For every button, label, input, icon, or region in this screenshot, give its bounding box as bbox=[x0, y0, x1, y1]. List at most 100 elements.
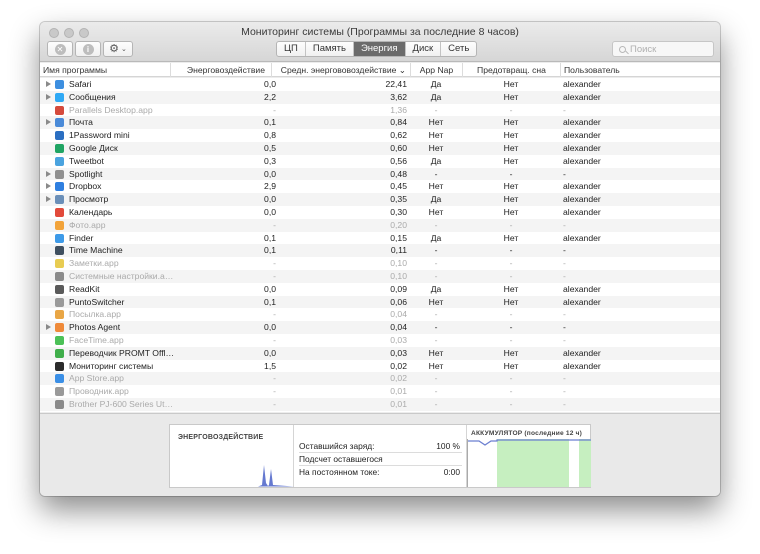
cell-user: - bbox=[563, 373, 566, 384]
table-row[interactable]: Проводник.app - 0,01 - - - bbox=[40, 385, 720, 398]
cell-prevent-sleep: - bbox=[509, 309, 513, 320]
disclosure-triangle-icon[interactable] bbox=[46, 324, 51, 331]
tab-network[interactable]: Сеть bbox=[441, 42, 476, 56]
system-preferences-icon bbox=[55, 272, 64, 281]
cell-energy-impact: 0,0 bbox=[264, 207, 276, 217]
cell-avg-energy-impact: 0,30 bbox=[390, 207, 407, 217]
cell-prevent-sleep: Нет bbox=[503, 130, 519, 141]
tab-disk[interactable]: Диск bbox=[406, 42, 442, 56]
table-row[interactable]: Tweetbot 0,3 0,56 Да Нет alexander bbox=[40, 155, 720, 168]
cell-app-nap: Нет bbox=[428, 360, 444, 371]
cell-app-nap: - bbox=[434, 399, 438, 409]
column-header-user[interactable]: Пользователь bbox=[560, 63, 622, 77]
cell-app-nap: - bbox=[434, 219, 438, 230]
cell-avg-energy-impact: 0,01 bbox=[390, 399, 407, 409]
cell-user: alexander bbox=[563, 130, 601, 141]
stat-value: 0:00 bbox=[443, 467, 460, 477]
inspect-process-button[interactable]: i bbox=[75, 41, 101, 57]
cell-energy-impact: - bbox=[273, 271, 276, 281]
puntoswitcher-icon bbox=[55, 297, 64, 307]
table-row[interactable]: Системные настройки.a… - 0,10 - - - bbox=[40, 270, 720, 283]
cell-prevent-sleep: - bbox=[509, 399, 513, 409]
table-row[interactable]: Мониторинг системы 1,5 0,02 Нет Нет alexander bbox=[40, 360, 720, 373]
table-row[interactable]: ReadKit 0,0 0,09 Да Нет alexander bbox=[40, 283, 720, 296]
energy-impact-graph: ЭНЕРГОВОЗДЕЙСТВИЕ bbox=[170, 425, 294, 487]
cell-user: alexander bbox=[563, 143, 601, 153]
photos-icon bbox=[55, 220, 64, 230]
table-row[interactable]: Spotlight 0,0 0,48 - - - bbox=[40, 167, 720, 181]
search-input[interactable] bbox=[630, 43, 710, 55]
stat-row: На постоянном токе: 0:00 bbox=[299, 466, 462, 479]
table-row[interactable]: Переводчик PROMT Offl… 0,0 0,03 Нет Нет alexa… bbox=[40, 346, 720, 360]
table-row[interactable]: Finder 0,1 0,15 Да Нет alexander bbox=[40, 232, 720, 245]
table-row[interactable]: Почта 0,1 0,84 Нет Нет alexander bbox=[40, 116, 720, 130]
table-row[interactable]: Photos Agent 0,0 0,04 - - - bbox=[40, 321, 720, 334]
cell-user: - bbox=[563, 271, 566, 281]
cell-energy-impact: - bbox=[273, 399, 276, 409]
cell-energy-impact: 0,8 bbox=[264, 130, 276, 141]
cell-process-name: Google Диск bbox=[69, 143, 118, 153]
disclosure-triangle-icon[interactable] bbox=[46, 93, 51, 100]
cell-app-nap: Да bbox=[430, 232, 442, 243]
table-row[interactable]: PuntoSwitcher 0,1 0,06 Нет Нет alexander bbox=[40, 295, 720, 309]
search-field[interactable] bbox=[612, 41, 714, 57]
stat-row: Подсчет оставшегося bbox=[299, 453, 462, 466]
table-row[interactable]: Просмотр 0,0 0,35 Да Нет alexander bbox=[40, 193, 720, 206]
window-title: Мониторинг системы (Программы за последн… bbox=[241, 26, 519, 38]
cell-avg-energy-impact: 0,02 bbox=[390, 360, 407, 371]
cell-process-name: 1Password mini bbox=[69, 130, 130, 141]
column-header-avg-energy-impact[interactable]: Средн. энергововоздействие ⌄ bbox=[271, 63, 410, 77]
cell-process-name: Заметки.app bbox=[69, 258, 119, 269]
disclosure-triangle-icon[interactable] bbox=[46, 81, 51, 87]
cell-prevent-sleep: - bbox=[509, 258, 513, 269]
cell-energy-impact: 0,1 bbox=[264, 232, 276, 243]
table-row[interactable]: 1Password mini 0,8 0,62 Нет Нет alexander bbox=[40, 129, 720, 142]
gear-icon: ⚙ bbox=[109, 43, 119, 55]
disclosure-triangle-icon[interactable] bbox=[46, 183, 51, 190]
explorer-icon bbox=[55, 387, 64, 397]
table-row[interactable]: Dropbox 2,9 0,45 Нет Нет alexander bbox=[40, 180, 720, 193]
parallels-icon bbox=[55, 105, 64, 115]
tab-memory[interactable]: Память bbox=[306, 42, 354, 56]
gear-menu-button[interactable]: ⚙ ⌄ bbox=[103, 41, 133, 57]
cell-process-name: FaceTime.app bbox=[69, 335, 124, 345]
column-header-app-nap[interactable]: App Nap bbox=[410, 63, 462, 77]
finder-icon bbox=[55, 233, 64, 243]
table-row[interactable]: Календарь 0,0 0,30 Нет Нет alexander bbox=[40, 206, 720, 219]
cell-user: alexander bbox=[563, 347, 601, 358]
cell-process-name: Мониторинг системы bbox=[69, 360, 154, 371]
cell-process-name: PuntoSwitcher bbox=[69, 296, 125, 307]
cell-avg-energy-impact: 22,41 bbox=[385, 79, 407, 89]
cell-energy-impact: - bbox=[273, 373, 276, 384]
table-row[interactable]: Сообщения 2,2 3,62 Да Нет alexander bbox=[40, 90, 720, 104]
disclosure-triangle-icon[interactable] bbox=[46, 196, 51, 203]
table-row[interactable]: Заметки.app - 0,10 - - - bbox=[40, 257, 720, 270]
column-header-name[interactable]: Имя программы bbox=[40, 63, 170, 77]
readkit-icon bbox=[55, 284, 64, 294]
table-row[interactable]: Google Диск 0,5 0,60 Нет Нет alexander bbox=[40, 142, 720, 155]
cell-avg-energy-impact: 0,62 bbox=[390, 130, 407, 141]
column-header-energy-impact[interactable]: Энерговоздействие bbox=[170, 63, 271, 77]
table-row[interactable]: App Store.app - 0,02 - - - bbox=[40, 372, 720, 386]
cell-avg-energy-impact: 0,03 bbox=[390, 347, 407, 358]
tab-energy[interactable]: Энергия bbox=[353, 42, 406, 56]
table-row[interactable]: Посылка.app - 0,04 - - - bbox=[40, 308, 720, 321]
tab-cpu[interactable]: ЦП bbox=[277, 42, 306, 56]
cell-user: alexander bbox=[563, 283, 601, 294]
table-row[interactable]: Parallels Desktop.app - 1,36 - - - bbox=[40, 104, 720, 117]
table-row[interactable]: Фото.app - 0,20 - - - bbox=[40, 218, 720, 232]
cell-prevent-sleep: Нет bbox=[503, 155, 519, 166]
column-header-prevent-sleep[interactable]: Предотвращ. сна bbox=[462, 63, 560, 77]
table-row[interactable]: Brother PJ-600 Series Ut… - 0,01 - - - bbox=[40, 398, 720, 411]
cell-process-name: App Store.app bbox=[69, 373, 124, 384]
cell-prevent-sleep: - bbox=[509, 219, 513, 230]
stop-process-button[interactable]: ✕ bbox=[47, 41, 73, 57]
cell-prevent-sleep: Нет bbox=[503, 91, 519, 102]
table-row[interactable]: Safari 0,0 22,41 Да Нет alexander bbox=[40, 78, 720, 91]
cell-user: - bbox=[563, 309, 566, 320]
table-row[interactable]: FaceTime.app - 0,03 - - - bbox=[40, 334, 720, 347]
disclosure-triangle-icon[interactable] bbox=[46, 119, 51, 126]
disclosure-triangle-icon[interactable] bbox=[46, 170, 51, 177]
facetime-icon bbox=[55, 336, 64, 345]
table-row[interactable]: Time Machine 0,1 0,11 - - - bbox=[40, 244, 720, 258]
